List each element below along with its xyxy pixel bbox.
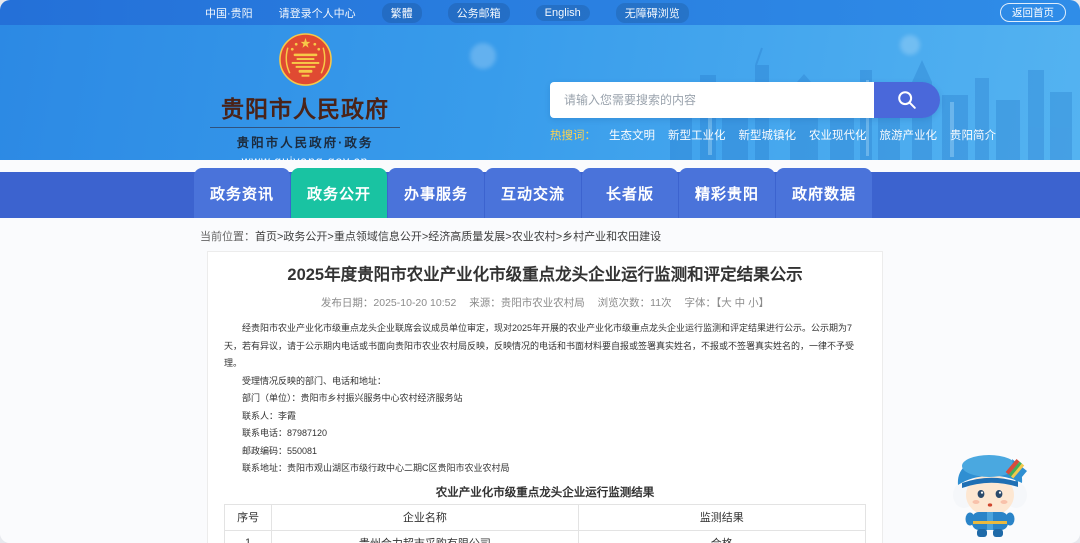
hot-search-term[interactable]: 新型城镇化 <box>739 127 797 143</box>
article-title: 2025年度贵阳市农业产业化市级重点龙头企业运行监测和评定结果公示 <box>287 266 803 284</box>
column-header-index: 序号 <box>223 503 273 531</box>
search-area: 热搜词： 生态文明 新型工业化 新型城镇化 农业现代化 旅游产业化 贵阳简介 <box>550 82 996 143</box>
column-header-company: 企业名称 <box>271 503 579 531</box>
topbar-link-accessibility[interactable]: 无障碍浏览 <box>615 2 689 23</box>
table-row: 1 贵州合力超市采购有限公司 合格 <box>223 529 867 543</box>
search-input[interactable] <box>550 82 874 118</box>
nav-tab-government-news[interactable]: 政务资讯 <box>194 168 290 218</box>
paragraph: 受理情况反映的部门、电话和地址： <box>242 375 387 386</box>
article-card: 2025年度贵阳市农业产业化市级重点龙头企业运行监测和评定结果公示 发布日期：2… <box>207 251 883 543</box>
site-subtitle: 贵阳市人民政府·政务 <box>236 136 374 150</box>
monitoring-result-table: 序号 企业名称 监测结果 1 贵州合力超市采购有限公司 合格 2 <box>223 503 867 543</box>
paragraph: 经贵阳市农业产业化市级重点龙头企业联席会议成员单位审定，现对2025年开展的农业… <box>224 323 855 368</box>
nav-tab-services[interactable]: 办事服务 <box>388 168 484 218</box>
contact-phone: 联系电话：87987120 <box>242 428 328 438</box>
topbar-link-english[interactable]: English <box>535 4 590 21</box>
article-meta: 发布日期：2025-10-20 10:52 来源：贵阳市农业农村局 浏览次数：1… <box>224 295 866 310</box>
search-icon <box>898 91 916 109</box>
main-navigation: 政务资讯 政务公开 办事服务 互动交流 长者版 精彩贵阳 政府数据 <box>0 160 1080 218</box>
article-source: 来源：贵阳市农业农村局 <box>469 297 585 309</box>
browser-page: 中国·贵阳 请登录个人中心 繁體 公务邮箱 English 无障碍浏览 返回首页 <box>0 0 1080 543</box>
monitoring-result: 合格 <box>577 529 867 543</box>
company-name: 贵州合力超市采购有限公司 <box>271 529 579 543</box>
row-index: 1 <box>223 529 273 543</box>
hot-search-term[interactable]: 旅游产业化 <box>880 127 938 143</box>
publish-date: 发布日期：2025-10-20 10:52 <box>320 297 457 309</box>
hot-search-term[interactable]: 生态文明 <box>609 127 655 143</box>
site-logo[interactable]: 贵阳市人民政府 贵阳市人民政府·政务 www.guiyang.gov.cn <box>210 32 400 160</box>
nav-tab-senior-version[interactable]: 长者版 <box>582 168 678 218</box>
hot-search-label: 热搜词： <box>550 130 596 142</box>
national-emblem-icon <box>278 33 332 86</box>
nav-tab-government-disclosure[interactable]: 政务公开 <box>291 168 387 218</box>
hot-search-term[interactable]: 农业现代化 <box>809 127 867 143</box>
breadcrumb: 当前位置：首页>政务公开>重点领域信息公开>经济高质量发展>农业农村>乡村产业和… <box>0 218 1080 244</box>
contact-address: 联系地址：贵阳市观山湖区市级行政中心二期C区贵阳市农业农村局 <box>242 463 510 473</box>
mascot-icon <box>953 455 1027 537</box>
top-utility-bar: 中国·贵阳 请登录个人中心 繁體 公务邮箱 English 无障碍浏览 返回首页 <box>0 0 1080 25</box>
site-title: 贵阳市人民政府 <box>210 90 400 128</box>
nav-tab-interaction[interactable]: 互动交流 <box>485 168 581 218</box>
topbar-link-traditional-chinese[interactable]: 繁體 <box>381 2 422 23</box>
content-area: 当前位置：首页>政务公开>重点领域信息公开>经济高质量发展>农业农村>乡村产业和… <box>0 218 1080 543</box>
postal-code: 邮政编码：550081 <box>242 445 318 456</box>
column-header-result: 监测结果 <box>577 503 867 531</box>
topbar-link-official-mail[interactable]: 公务邮箱 <box>447 2 510 23</box>
table-header-row: 序号 企业名称 监测结果 <box>223 503 867 531</box>
topbar-link-china-guiyang[interactable]: 中国·贵阳 <box>205 5 253 21</box>
hot-search-term[interactable]: 新型工业化 <box>668 127 726 143</box>
contact-person: 联系人：李霞 <box>242 410 297 421</box>
table-caption: 农业产业化市级重点龙头企业运行监测结果 <box>435 486 655 499</box>
view-count: 浏览次数：11次 <box>597 297 672 309</box>
nav-tab-government-data[interactable]: 政府数据 <box>776 168 872 218</box>
font-size-controls[interactable]: 字体：【大 中 小】 <box>684 297 769 309</box>
decoration-dot <box>470 43 496 69</box>
site-header: 贵阳市人民政府 贵阳市人民政府·政务 www.guiyang.gov.cn 热搜… <box>0 25 1080 160</box>
breadcrumb-label: 当前位置： <box>200 231 255 243</box>
back-home-button[interactable]: 返回首页 <box>1000 3 1066 22</box>
nav-tab-wonderful-guiyang[interactable]: 精彩贵阳 <box>679 168 775 218</box>
search-button[interactable] <box>874 82 940 118</box>
article-body: 经贵阳市农业产业化市级重点龙头企业联席会议成员单位审定，现对2025年开展的农业… <box>223 320 867 543</box>
breadcrumb-path[interactable]: 首页>政务公开>重点领域信息公开>经济高质量发展>农业农村>乡村产业和农田建设 <box>255 231 661 243</box>
hot-search-row: 热搜词： 生态文明 新型工业化 新型城镇化 农业现代化 旅游产业化 贵阳简介 <box>550 127 996 143</box>
mascot-assistant[interactable] <box>950 449 1030 539</box>
contact-department: 部门（单位）：贵阳市乡村振兴服务中心农村经济服务站 <box>242 393 463 403</box>
topbar-link-login-personal-center[interactable]: 请登录个人中心 <box>279 5 356 21</box>
hot-search-term[interactable]: 贵阳简介 <box>950 127 996 143</box>
